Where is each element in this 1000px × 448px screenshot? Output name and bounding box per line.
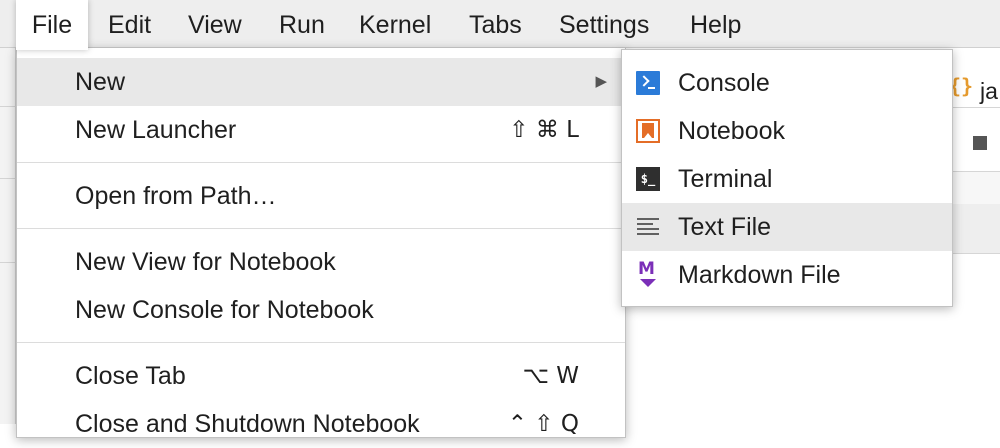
menu-settings[interactable]: Settings — [559, 0, 649, 48]
menu-item-new[interactable]: New ▶ — [17, 58, 625, 106]
menu-help[interactable]: Help — [690, 0, 741, 48]
menu-item-new-launcher[interactable]: New Launcher ⇧ ⌘ L — [17, 106, 625, 154]
menu-kernel[interactable]: Kernel — [359, 0, 431, 48]
submenu-item-label: Markdown File — [678, 261, 841, 289]
menu-run[interactable]: Run — [279, 0, 325, 48]
shortcut-label: ⇧ ⌘ L — [509, 117, 579, 143]
terminal-icon: $_ — [636, 167, 660, 191]
menu-item-label: Close and Shutdown Notebook — [75, 410, 420, 438]
menu-separator — [17, 162, 625, 163]
panel-divider — [0, 106, 16, 107]
text-file-icon — [636, 215, 660, 239]
panel-divider — [0, 262, 16, 263]
markdown-icon: M — [636, 259, 660, 287]
panel-divider — [0, 178, 16, 179]
stop-icon[interactable] — [973, 136, 987, 150]
left-side-panel — [0, 48, 16, 424]
menu-view[interactable]: View — [188, 0, 242, 48]
submenu-item-terminal[interactable]: $_ Terminal — [622, 155, 952, 203]
menu-item-new-view-for-notebook[interactable]: New View for Notebook — [17, 238, 625, 286]
submenu-item-label: Console — [678, 69, 770, 97]
menu-edit[interactable]: Edit — [108, 0, 151, 48]
file-menu: New ▶ New Launcher ⇧ ⌘ L Open from Path…… — [16, 48, 626, 438]
menu-separator — [17, 342, 625, 343]
submenu-item-label: Notebook — [678, 117, 786, 145]
submenu-item-markdown-file[interactable]: M Markdown File — [622, 251, 952, 299]
menu-item-label: New Launcher — [75, 116, 237, 144]
menu-item-close-tab[interactable]: Close Tab ⌥ W — [17, 352, 625, 400]
menu-separator — [17, 228, 625, 229]
menu-tabs[interactable]: Tabs — [469, 0, 522, 48]
submenu-item-notebook[interactable]: Notebook — [622, 107, 952, 155]
submenu-item-console[interactable]: Console — [622, 59, 952, 107]
shortcut-label: ⌃ ⇧ Q — [507, 411, 579, 437]
menu-item-label: Close Tab — [75, 362, 186, 390]
submenu-item-label: Terminal — [678, 165, 773, 193]
notebook-icon — [636, 119, 660, 143]
submenu-arrow-icon: ▶ — [595, 73, 607, 90]
tab-label: ja — [980, 78, 998, 104]
menu-item-close-and-shutdown-notebook[interactable]: Close and Shutdown Notebook ⌃ ⇧ Q — [17, 400, 625, 448]
submenu-item-text-file[interactable]: Text File — [622, 203, 952, 251]
menu-item-label: New — [75, 68, 126, 96]
menu-item-label: New View for Notebook — [75, 248, 336, 276]
console-icon — [636, 71, 660, 95]
submenu-item-label: Text File — [678, 213, 772, 241]
new-submenu: Console Notebook $_ Terminal Text File M… — [621, 49, 953, 307]
menu-item-open-from-path[interactable]: Open from Path… — [17, 172, 625, 220]
menubar: File Edit View Run Kernel Tabs Settings … — [0, 0, 1000, 50]
menu-item-new-console-for-notebook[interactable]: New Console for Notebook — [17, 286, 625, 334]
menu-file[interactable]: File — [16, 0, 88, 50]
menu-item-label: New Console for Notebook — [75, 296, 374, 324]
menu-item-label: Open from Path… — [75, 182, 277, 210]
shortcut-label: ⌥ W — [522, 363, 579, 389]
